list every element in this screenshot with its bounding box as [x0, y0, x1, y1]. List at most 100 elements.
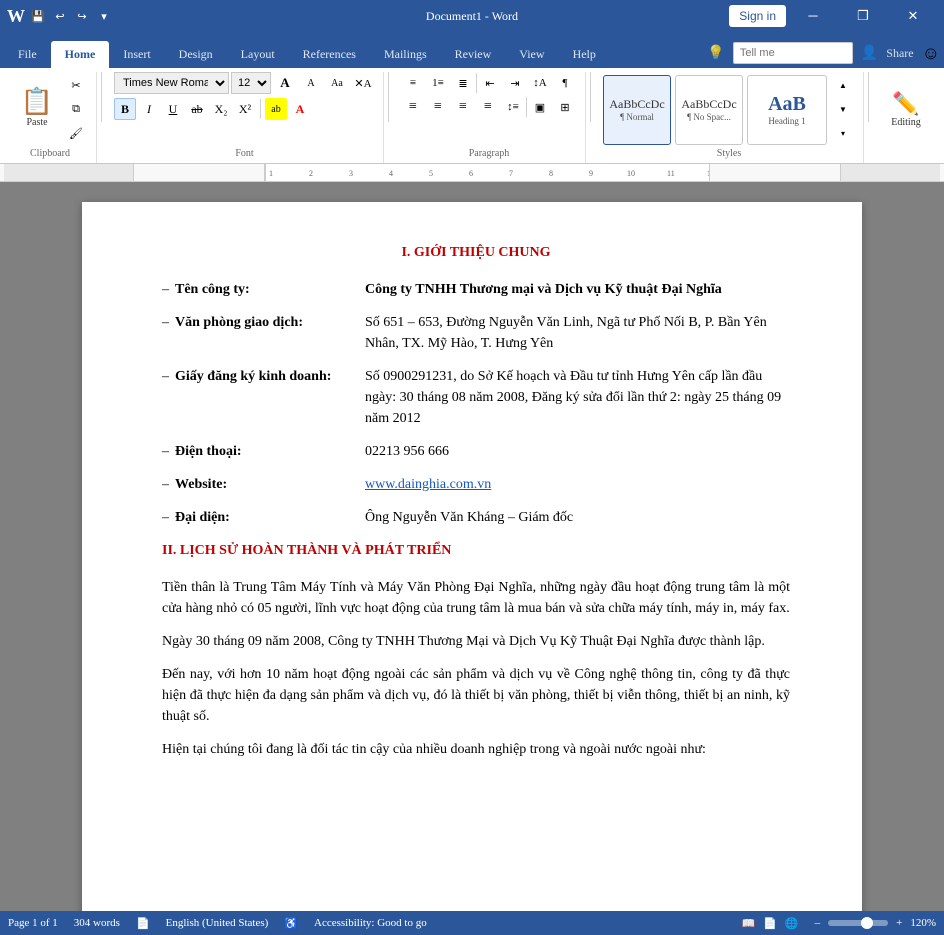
svg-text:10: 10 [627, 169, 635, 178]
redo-icon[interactable]: ↪ [74, 8, 90, 24]
customize-icon[interactable]: ▾ [96, 8, 112, 24]
ribbon: File Home Insert Design Layout Reference… [0, 32, 944, 164]
company-label: Tên công ty: [175, 279, 365, 300]
para-2: Ngày 30 tháng 09 năm 2008, Công ty TNHH … [162, 631, 790, 652]
tell-me-input[interactable] [733, 42, 853, 64]
sign-in-button[interactable]: Sign in [729, 5, 786, 27]
ribbon-content: 📋 Paste ✂ ⧉ 🖌 Clipboard Times New Roma 1… [0, 68, 944, 164]
format-divider [260, 99, 261, 119]
show-marks-button[interactable]: ¶ [553, 72, 577, 94]
tab-references[interactable]: References [289, 41, 370, 68]
italic-button[interactable]: I [138, 98, 160, 120]
cut-button[interactable]: ✂ [64, 75, 88, 97]
view-print-icon[interactable]: 📄 [763, 917, 777, 930]
increase-indent-button[interactable]: ⇥ [503, 72, 527, 94]
tab-layout[interactable]: Layout [227, 41, 289, 68]
website-row: – Website: www.dainghia.com.vn [162, 474, 790, 495]
tab-review[interactable]: Review [441, 41, 506, 68]
zoom-in-button[interactable]: + [896, 917, 902, 929]
business-row: – Giấy đăng ký kinh doanh: Số 0900291231… [162, 366, 790, 429]
close-button[interactable]: ✕ [890, 0, 936, 32]
style-no-spacing[interactable]: AaBbCcDc ¶ No Spac... [675, 75, 743, 145]
para-divider-2 [526, 97, 527, 117]
business-value: Số 0900291231, do Sở Kế hoạch và Đầu tư … [365, 366, 790, 429]
copy-button[interactable]: ⧉ [64, 99, 88, 121]
website-value[interactable]: www.dainghia.com.vn [365, 474, 790, 495]
numbering-button[interactable]: 1≡ [426, 72, 450, 94]
tab-design[interactable]: Design [165, 41, 227, 68]
decrease-indent-button[interactable]: ⇤ [478, 72, 502, 94]
status-doc-icon: 📄 [136, 917, 150, 930]
justify-button[interactable]: ≡ [476, 96, 500, 118]
para-divider-1 [476, 73, 477, 93]
tab-insert[interactable]: Insert [109, 41, 164, 68]
share-label[interactable]: Share [886, 46, 913, 61]
styles-more[interactable]: ▾ [831, 123, 855, 145]
styles-label: Styles [595, 148, 863, 159]
rep-row: – Đại diện: Ông Nguyễn Văn Kháng – Giám … [162, 507, 790, 528]
shading-button[interactable]: ▣ [528, 96, 552, 118]
font-color-button[interactable]: A [289, 98, 311, 120]
view-read-icon[interactable]: 📖 [742, 917, 756, 930]
tab-view[interactable]: View [505, 41, 558, 68]
zoom-out-button[interactable]: – [815, 917, 821, 929]
restore-button[interactable]: ❐ [840, 0, 886, 32]
ribbon-divider-4 [868, 72, 869, 122]
change-case-button[interactable]: Aa [325, 72, 349, 94]
style-no-spacing-label: ¶ No Spac... [687, 112, 731, 122]
multilevel-button[interactable]: ≣ [451, 72, 475, 94]
align-left-button[interactable]: ≡ [401, 96, 425, 118]
styles-scroll-up[interactable]: ▲ [831, 75, 855, 97]
company-value: Công ty TNHH Thương mại và Dịch vụ Kỹ th… [365, 279, 790, 300]
editing-button[interactable]: ✏️ Editing [881, 80, 931, 140]
clear-format-button[interactable]: ✕A [351, 72, 375, 94]
line-spacing-button[interactable]: ↕≡ [501, 96, 525, 118]
bullets-button[interactable]: ≡ [401, 72, 425, 94]
undo-icon[interactable]: ↩ [52, 8, 68, 24]
font-label: Font [106, 148, 383, 159]
font-family-select[interactable]: Times New Roma [114, 72, 229, 94]
tab-home[interactable]: Home [51, 41, 110, 68]
format-painter-button[interactable]: 🖌 [64, 123, 88, 145]
bold-button[interactable]: B [114, 98, 136, 120]
grow-font-button[interactable]: A [273, 72, 297, 94]
tab-mailings[interactable]: Mailings [370, 41, 441, 68]
ribbon-tabs: File Home Insert Design Layout Reference… [0, 32, 944, 68]
style-normal-label: ¶ Normal [620, 112, 654, 122]
accessibility: Accessibility: Good to go [314, 917, 427, 929]
tab-help[interactable]: Help [559, 41, 610, 68]
borders-button[interactable]: ⊞ [553, 96, 577, 118]
office-row: – Văn phòng giao dịch: Số 651 – 653, Đườ… [162, 312, 790, 354]
editing-icon: ✏️ [892, 91, 919, 117]
view-web-icon[interactable]: 🌐 [785, 917, 799, 930]
sort-button[interactable]: ↕A [528, 72, 552, 94]
tab-file[interactable]: File [4, 41, 51, 68]
dash-5: – [162, 474, 169, 495]
language[interactable]: English (United States) [166, 917, 269, 929]
paste-icon: 📋 [21, 87, 53, 117]
style-normal[interactable]: AaBbCcDc ¶ Normal [603, 75, 671, 145]
styles-container: AaBbCcDc ¶ Normal AaBbCcDc ¶ No Spac... … [603, 75, 855, 145]
style-heading1[interactable]: AaB Heading 1 [747, 75, 827, 145]
zoom-level[interactable]: 120% [910, 917, 936, 929]
align-right-button[interactable]: ≡ [451, 96, 475, 118]
zoom-slider[interactable] [828, 920, 888, 926]
minimize-button[interactable]: ─ [790, 0, 836, 32]
font-size-select[interactable]: 12 [231, 72, 271, 94]
superscript-button[interactable]: X² [234, 98, 256, 120]
website-link[interactable]: www.dainghia.com.vn [365, 477, 491, 492]
paste-button[interactable]: 📋 Paste [12, 72, 62, 142]
text-highlight-button[interactable]: ab [265, 98, 287, 120]
document-area[interactable]: I. GIỚI THIỆU CHUNG – Tên công ty: Công … [0, 182, 944, 911]
align-center-button[interactable]: ≡ [426, 96, 450, 118]
svg-text:6: 6 [469, 169, 473, 178]
save-icon[interactable]: 💾 [30, 8, 46, 24]
subscript-button[interactable]: X₂ [210, 98, 232, 120]
underline-button[interactable]: U [162, 98, 184, 120]
shrink-font-button[interactable]: A [299, 72, 323, 94]
para-4: Hiện tại chúng tôi đang là đối tác tin c… [162, 739, 790, 760]
strikethrough-button[interactable]: ab [186, 98, 208, 120]
ribbon-divider-3 [590, 72, 591, 122]
accessibility-icon: ♿ [284, 917, 298, 930]
styles-scroll-down[interactable]: ▼ [831, 99, 855, 121]
